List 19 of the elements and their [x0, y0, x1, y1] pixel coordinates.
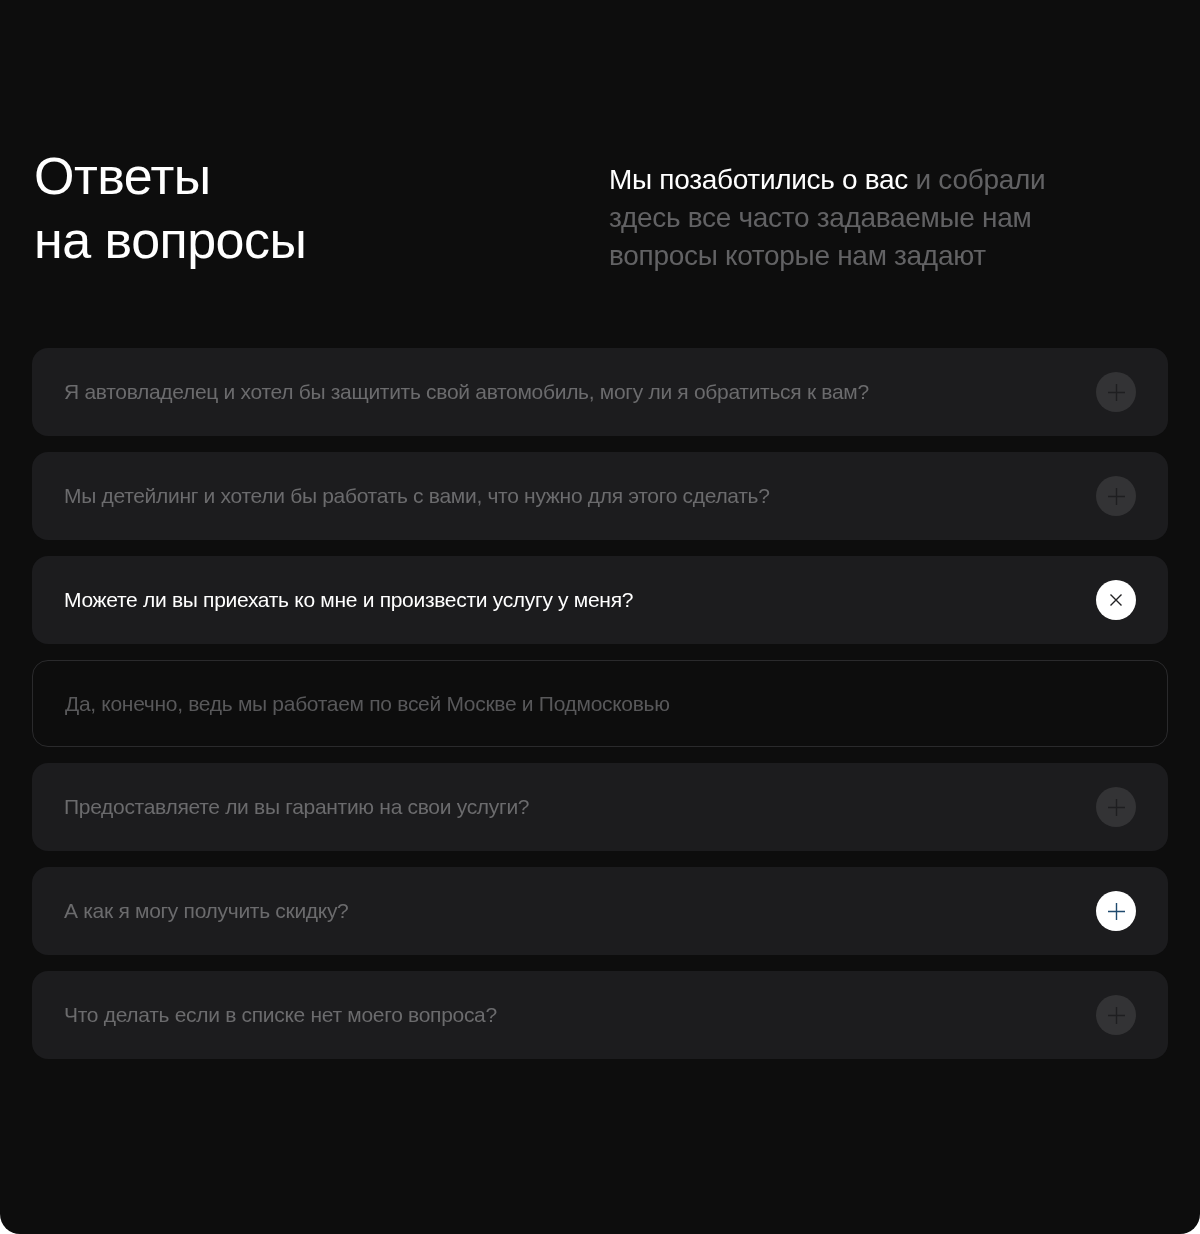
- answer-text: Да, конечно, ведь мы работаем по всей Москве и Подмосковью: [65, 691, 670, 716]
- faq-item[interactable]: Предоставляете ли вы гарантию на свои услуги?: [32, 763, 1168, 851]
- faq-item[interactable]: Что делать если в списке нет моего вопроса?: [32, 971, 1168, 1059]
- plus-icon: [1107, 902, 1125, 920]
- question-text: А как я могу получить скидку?: [64, 899, 349, 923]
- faq-item[interactable]: Мы детейлинг и хотели бы работать с вами, что нужно для этого сделать?: [32, 452, 1168, 540]
- question-text: Можете ли вы приехать ко мне и произвести услугу у меня?: [64, 588, 634, 612]
- question-text: Что делать если в списке нет моего вопроса?: [64, 1003, 497, 1027]
- close-icon: [1110, 594, 1122, 606]
- question-text: Мы детейлинг и хотели бы работать с вами, что нужно для этого сделать?: [64, 484, 770, 508]
- question-text: Предоставляете ли вы гарантию на свои услуги?: [64, 795, 530, 819]
- question-text: Я автовладелец и хотел бы защитить свой автомобиль, могу ли я обратиться к вам?: [64, 380, 869, 404]
- faq-item[interactable]: Я автовладелец и хотел бы защитить свой автомобиль, могу ли я обратиться к вам?: [32, 348, 1168, 436]
- collapse-button[interactable]: [1096, 580, 1136, 620]
- expand-button[interactable]: [1096, 891, 1136, 931]
- faq-item[interactable]: Можете ли вы приехать ко мне и произвести услугу у меня?: [32, 556, 1168, 644]
- section-title: Ответы на вопросы: [33, 146, 308, 271]
- intro-text: Мы позаботились о вас и собрали здесь все часто задаваемые нам вопросы которые нам задают: [609, 163, 1047, 273]
- faq-item[interactable]: А как я могу получить скидку?: [32, 867, 1168, 955]
